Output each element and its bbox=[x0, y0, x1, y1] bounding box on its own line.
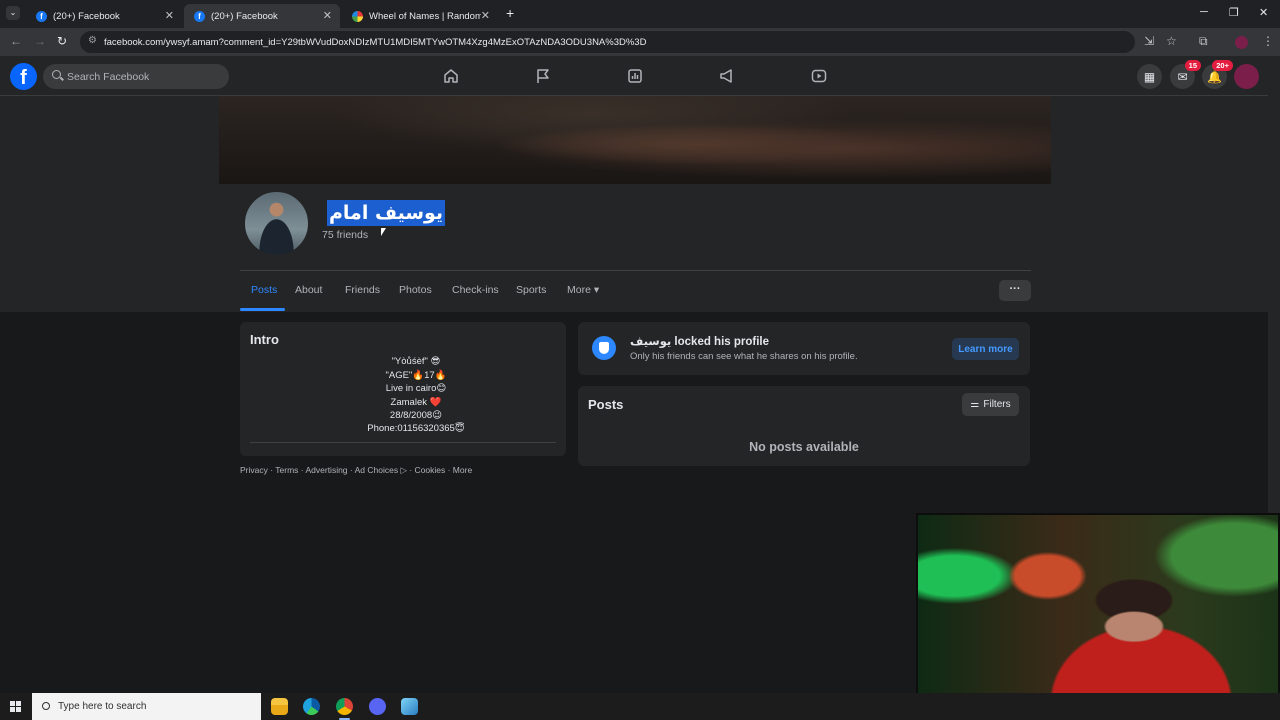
locked-profile-subtitle: Only his friends can see what he shares … bbox=[630, 351, 858, 362]
learn-more-button[interactable]: Learn more bbox=[952, 338, 1019, 360]
tab-title: (20+) Facebook bbox=[53, 10, 120, 22]
messenger-icon[interactable]: ✉ 15 bbox=[1170, 60, 1201, 89]
active-tab-indicator bbox=[240, 308, 285, 311]
no-posts-message: No posts available bbox=[749, 440, 859, 454]
bookmark-star-icon[interactable]: ☆ bbox=[1166, 34, 1177, 48]
forward-icon[interactable]: → bbox=[34, 34, 46, 48]
video-icon[interactable] bbox=[810, 67, 828, 85]
cover-photo[interactable] bbox=[219, 96, 1051, 184]
facebook-logo-icon[interactable]: f bbox=[10, 63, 37, 90]
minimize-icon[interactable]: ─ bbox=[1200, 6, 1208, 18]
tab-photos[interactable]: Photos bbox=[399, 284, 432, 296]
browser-profile-avatar[interactable] bbox=[1235, 36, 1248, 49]
footer-links[interactable]: Privacy · Terms · Advertising · Ad Choic… bbox=[240, 465, 472, 476]
browser-menu-icon[interactable]: ⋮ bbox=[1262, 34, 1274, 48]
tab-title: (20+) Facebook bbox=[211, 10, 278, 22]
friends-count-link[interactable]: 75 friends bbox=[322, 229, 368, 241]
notes-app-icon[interactable] bbox=[401, 698, 418, 715]
close-tab-icon[interactable]: ✕ bbox=[165, 9, 174, 22]
new-tab-button[interactable]: + bbox=[506, 5, 514, 21]
account-avatar[interactable] bbox=[1234, 64, 1259, 89]
address-bar[interactable]: ⚙ facebook.com/ywsyf.amam?comment_id=Y29… bbox=[80, 31, 1135, 53]
tab-check-ins[interactable]: Check-ins bbox=[452, 284, 499, 296]
reload-icon[interactable]: ↻ bbox=[57, 34, 67, 48]
windows-taskbar: Type here to search bbox=[0, 693, 1280, 720]
facebook-icon: f bbox=[194, 10, 205, 22]
filters-icon: ⚌ bbox=[970, 399, 980, 410]
search-icon bbox=[42, 702, 50, 710]
profile-divider bbox=[240, 270, 1031, 271]
menu-grid-icon[interactable]: ▦ bbox=[1137, 64, 1162, 89]
discord-icon[interactable] bbox=[369, 698, 386, 715]
intro-divider bbox=[250, 442, 556, 443]
locked-profile-title: يوسيف locked his profile bbox=[630, 336, 770, 348]
browser-toolbar: ← → ↻ ⚙ facebook.com/ywsyf.amam?comment_… bbox=[0, 28, 1280, 56]
windows-start-icon[interactable] bbox=[10, 701, 21, 712]
wheel-icon bbox=[352, 10, 363, 22]
tab-friends[interactable]: Friends bbox=[345, 284, 380, 296]
notifications-badge: 20+ bbox=[1212, 60, 1233, 71]
insights-icon[interactable] bbox=[626, 67, 644, 85]
webcam-overlay bbox=[916, 513, 1280, 720]
back-icon[interactable]: ← bbox=[10, 34, 22, 48]
home-icon[interactable] bbox=[442, 67, 460, 85]
profile-name: يوسيف امام bbox=[327, 200, 446, 226]
filters-button[interactable]: ⚌ Filters bbox=[962, 393, 1019, 416]
pages-flag-icon[interactable] bbox=[534, 67, 552, 85]
browser-tab-1[interactable]: f (20+) Facebook ✕ bbox=[26, 4, 182, 28]
close-window-icon[interactable]: ✕ bbox=[1259, 6, 1268, 19]
search-icon bbox=[52, 70, 61, 79]
shield-lock-icon bbox=[592, 336, 616, 360]
tab-title: Wheel of Names | Random nam bbox=[369, 10, 481, 22]
messenger-badge: 15 bbox=[1184, 60, 1201, 71]
megaphone-icon[interactable] bbox=[718, 67, 736, 85]
intro-title: Intro bbox=[250, 332, 279, 347]
tab-search-icon[interactable]: ⌄ bbox=[6, 6, 20, 20]
bio-line: Phone:01156320365😇 bbox=[367, 423, 465, 434]
filters-label: Filters bbox=[983, 399, 1011, 410]
search-placeholder: Search Facebook bbox=[67, 70, 150, 83]
browser-tab-3[interactable]: Wheel of Names | Random nam ✕ bbox=[342, 4, 498, 28]
bio-line: "AGE"🔥17🔥 bbox=[385, 370, 447, 381]
extensions-icon[interactable]: ⧉ bbox=[1199, 34, 1208, 49]
mouse-cursor bbox=[381, 228, 386, 236]
edge-browser-icon[interactable] bbox=[303, 698, 320, 715]
facebook-search-input[interactable]: Search Facebook bbox=[43, 64, 229, 89]
chrome-browser-icon[interactable] bbox=[336, 698, 353, 720]
facebook-header: f Search Facebook ▦ ✉ 15 🔔 20+ bbox=[0, 56, 1268, 96]
taskbar-search-placeholder: Type here to search bbox=[58, 701, 147, 712]
tab-more[interactable]: More ▾ bbox=[567, 284, 599, 296]
close-tab-icon[interactable]: ✕ bbox=[323, 9, 332, 22]
facebook-icon: f bbox=[36, 10, 47, 22]
bio-line: 28/8/2008😉 bbox=[389, 410, 443, 421]
profile-options-button[interactable]: ··· bbox=[999, 280, 1031, 301]
browser-tab-strip: ⌄ f (20+) Facebook ✕ f (20+) Facebook ✕ … bbox=[0, 0, 1280, 28]
tab-sports[interactable]: Sports bbox=[516, 284, 546, 296]
bio-line: Live in cairo😊 bbox=[385, 383, 447, 394]
close-tab-icon[interactable]: ✕ bbox=[481, 9, 490, 22]
site-info-icon[interactable]: ⚙ bbox=[88, 35, 97, 46]
taskbar-search-input[interactable]: Type here to search bbox=[32, 693, 261, 720]
install-app-icon[interactable]: ⇲ bbox=[1144, 34, 1154, 48]
restore-icon[interactable]: ❐ bbox=[1229, 6, 1239, 19]
notifications-bell-icon[interactable]: 🔔 20+ bbox=[1202, 60, 1233, 89]
file-explorer-icon[interactable] bbox=[271, 698, 288, 715]
bio-line: Zamalek ❤️ bbox=[390, 397, 442, 408]
url-text: facebook.com/ywsyf.amam?comment_id=Y29tb… bbox=[104, 36, 647, 48]
tab-posts[interactable]: Posts bbox=[251, 284, 277, 296]
bio-line: "Yòůśèf" 😎 bbox=[391, 356, 441, 367]
tab-about[interactable]: About bbox=[295, 284, 322, 296]
posts-title: Posts bbox=[588, 397, 624, 412]
browser-tab-2[interactable]: f (20+) Facebook ✕ bbox=[184, 4, 340, 28]
profile-picture[interactable] bbox=[243, 190, 310, 257]
